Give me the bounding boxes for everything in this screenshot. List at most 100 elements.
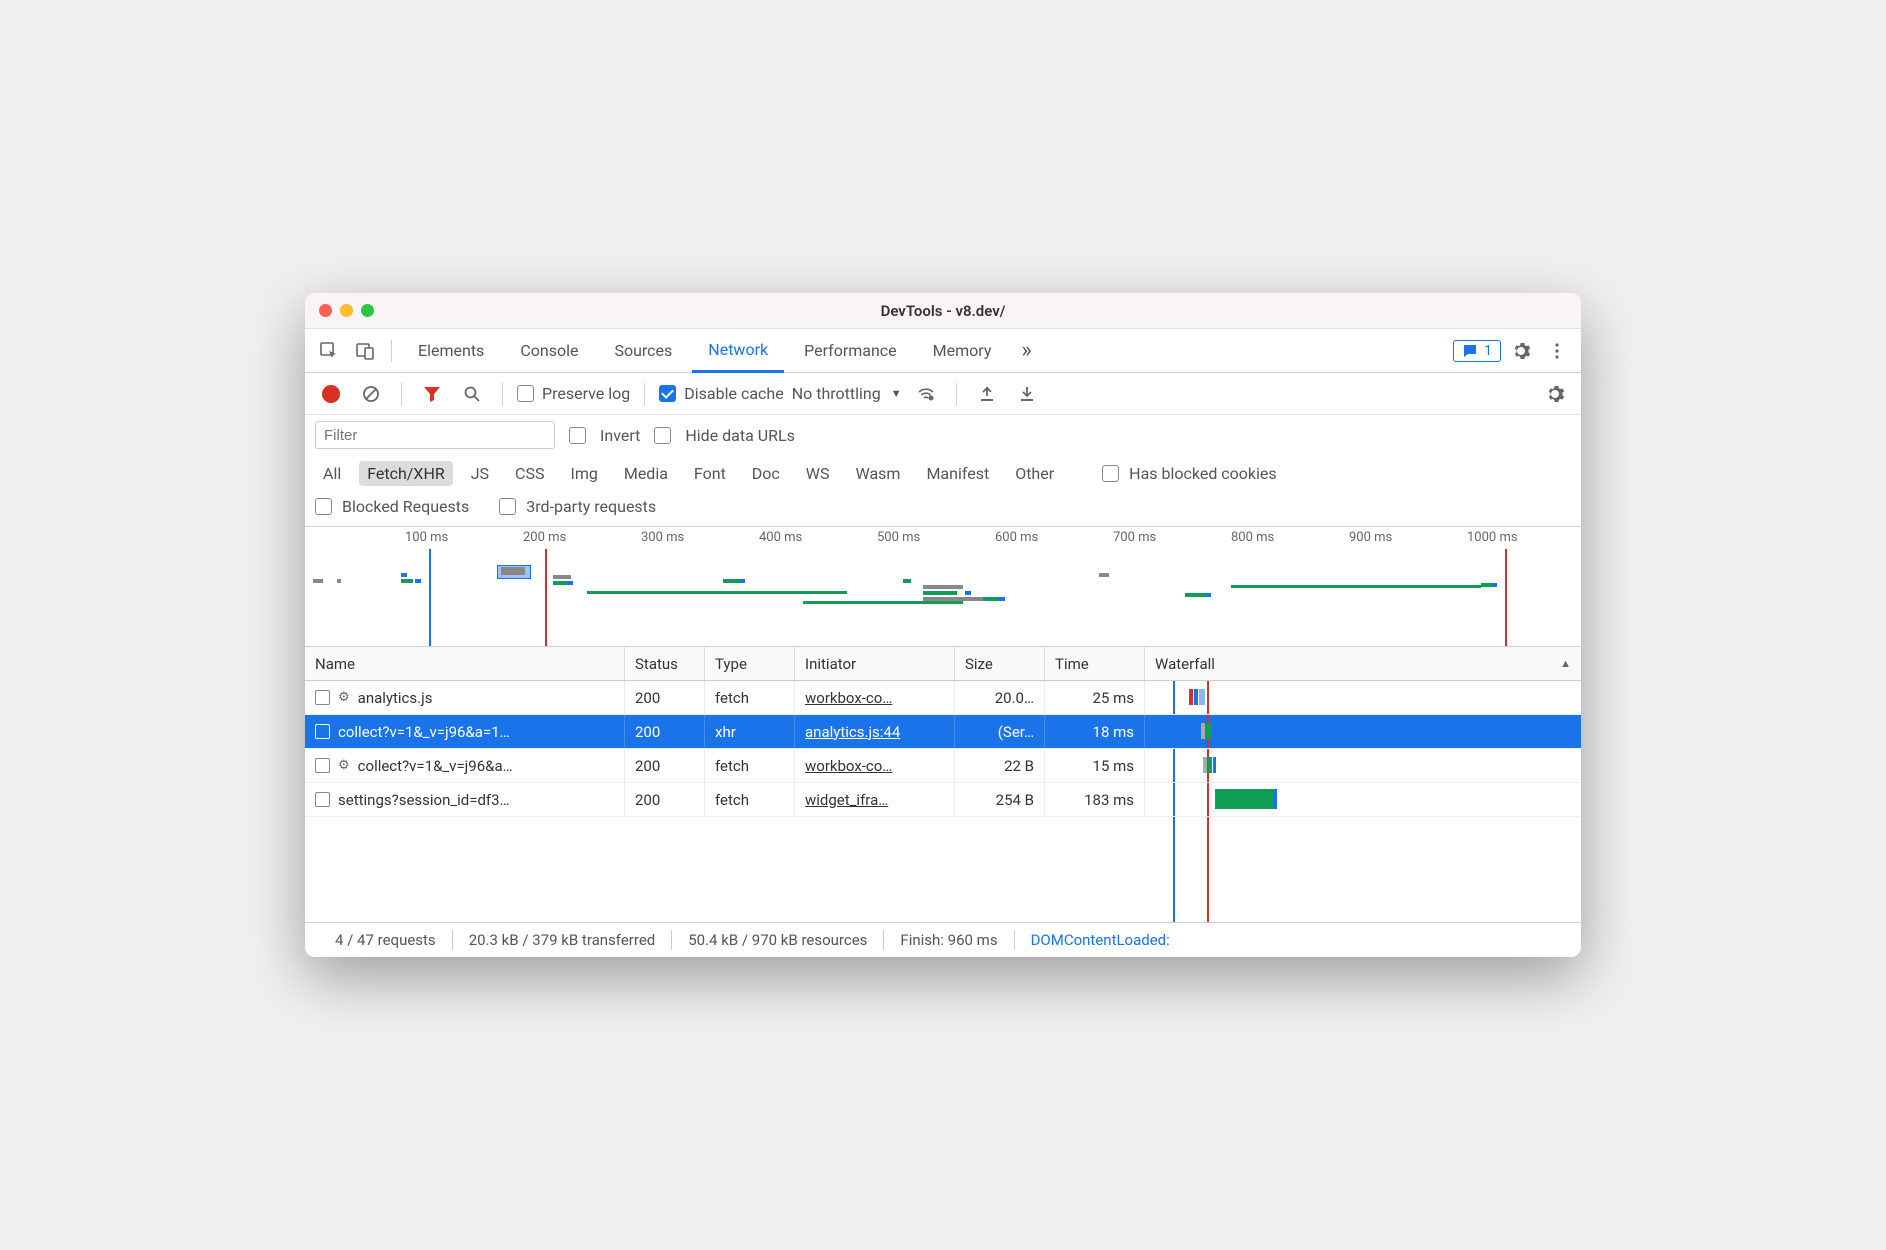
tick: 600 ms (995, 530, 1038, 545)
timeline-marker-red (545, 549, 547, 647)
disable-cache-checkbox[interactable] (659, 385, 676, 402)
col-time[interactable]: Time (1045, 647, 1145, 680)
row-checkbox[interactable] (315, 758, 330, 773)
request-type: fetch (705, 749, 795, 782)
settings-icon[interactable] (1505, 335, 1537, 367)
issues-button[interactable]: 1 (1453, 340, 1501, 362)
waterfall-cell (1145, 715, 1581, 748)
filter-chip-css[interactable]: CSS (507, 461, 552, 486)
request-initiator[interactable]: workbox-co… (805, 689, 892, 707)
tab-console[interactable]: Console (504, 329, 594, 373)
filter-chip-fetchxhr[interactable]: Fetch/XHR (359, 461, 453, 486)
col-type[interactable]: Type (705, 647, 795, 680)
close-window-button[interactable] (319, 304, 332, 317)
request-initiator[interactable]: workbox-co… (805, 757, 892, 775)
tick: 300 ms (641, 530, 684, 545)
row-checkbox[interactable] (315, 690, 330, 705)
tick: 500 ms (877, 530, 920, 545)
more-tabs-button[interactable]: » (1011, 338, 1041, 363)
col-waterfall[interactable]: Waterfall▲ (1145, 647, 1581, 680)
filter-chip-media[interactable]: Media (616, 461, 676, 486)
filter-toggle-icon[interactable] (416, 378, 448, 410)
request-size: 20.0… (955, 681, 1045, 714)
request-status: 200 (625, 681, 705, 714)
status-finish: Finish: 960 ms (884, 931, 1013, 949)
timeline-overview[interactable]: 100 ms 200 ms 300 ms 400 ms 500 ms 600 m… (305, 527, 1581, 647)
hide-data-urls-label: Hide data URLs (685, 426, 795, 445)
invert-checkbox[interactable] (569, 427, 586, 444)
table-row[interactable]: ⚙ analytics.js 200 fetch workbox-co… 20.… (305, 681, 1581, 715)
request-size: (Ser… (955, 715, 1045, 748)
filter-chip-font[interactable]: Font (686, 461, 734, 486)
row-checkbox[interactable] (315, 792, 330, 807)
disable-cache-label: Disable cache (684, 384, 783, 403)
blocked-requests-checkbox[interactable] (315, 498, 332, 515)
col-status[interactable]: Status (625, 647, 705, 680)
request-time: 183 ms (1045, 783, 1145, 816)
filter-chip-js[interactable]: JS (463, 461, 497, 486)
timeline-marker-blue (429, 549, 431, 647)
minimize-window-button[interactable] (340, 304, 353, 317)
tab-elements[interactable]: Elements (402, 329, 500, 373)
blocked-requests-label: Blocked Requests (342, 497, 469, 516)
divider (502, 383, 503, 405)
col-name[interactable]: Name (305, 647, 625, 680)
table-row[interactable]: collect?v=1&_v=j96&a=1… 200 xhr analytic… (305, 715, 1581, 749)
zoom-window-button[interactable] (361, 304, 374, 317)
table-row[interactable]: ⚙ collect?v=1&_v=j96&a… 200 fetch workbo… (305, 749, 1581, 783)
table-row[interactable]: settings?session_id=df3… 200 fetch widge… (305, 783, 1581, 817)
col-size[interactable]: Size (955, 647, 1045, 680)
panel-settings-icon[interactable] (1539, 378, 1571, 410)
device-toggle-icon[interactable] (349, 335, 381, 367)
kebab-menu-icon[interactable] (1541, 335, 1573, 367)
filter-input[interactable] (315, 421, 555, 449)
tab-sources[interactable]: Sources (598, 329, 688, 373)
gear-icon: ⚙ (338, 690, 350, 705)
record-button[interactable] (315, 378, 347, 410)
status-requests: 4 / 47 requests (319, 931, 452, 949)
filter-chip-manifest[interactable]: Manifest (918, 461, 997, 486)
divider (956, 383, 957, 405)
filter-chip-wasm[interactable]: Wasm (848, 461, 909, 486)
type-filter-row: All Fetch/XHR JS CSS Img Media Font Doc … (305, 455, 1581, 491)
request-name: settings?session_id=df3… (338, 791, 510, 809)
request-initiator[interactable]: widget_ifra… (805, 791, 888, 809)
filter-chip-other[interactable]: Other (1007, 461, 1062, 486)
tab-memory[interactable]: Memory (917, 329, 1008, 373)
status-bar: 4 / 47 requests 20.3 kB / 379 kB transfe… (305, 923, 1581, 957)
request-initiator[interactable]: analytics.js:44 (805, 723, 900, 741)
preserve-log-checkbox[interactable] (517, 385, 534, 402)
import-har-icon[interactable] (971, 378, 1003, 410)
gear-icon: ⚙ (338, 758, 350, 773)
filter-chip-ws[interactable]: WS (798, 461, 838, 486)
inspect-icon[interactable] (313, 335, 345, 367)
status-transferred: 20.3 kB / 379 kB transferred (453, 931, 672, 949)
request-name: collect?v=1&_v=j96&a=1… (338, 723, 510, 741)
search-icon[interactable] (456, 378, 488, 410)
chevron-down-icon: ▼ (891, 387, 902, 400)
third-party-checkbox[interactable] (499, 498, 516, 515)
timeline-marker-red (1505, 549, 1507, 647)
filter-chip-doc[interactable]: Doc (744, 461, 788, 486)
throttling-value: No throttling (792, 384, 881, 403)
waterfall-cell (1145, 749, 1581, 782)
filter-chip-img[interactable]: Img (562, 461, 605, 486)
tab-network[interactable]: Network (692, 329, 784, 373)
throttling-select[interactable]: No throttling ▼ (792, 384, 902, 403)
preserve-log-label: Preserve log (542, 384, 630, 403)
network-conditions-icon[interactable] (910, 378, 942, 410)
has-blocked-cookies-checkbox[interactable] (1102, 465, 1119, 482)
filter-chip-all[interactable]: All (315, 461, 349, 486)
traffic-lights (305, 304, 374, 317)
clear-icon[interactable] (355, 378, 387, 410)
hide-data-urls-checkbox[interactable] (654, 427, 671, 444)
row-checkbox[interactable] (315, 724, 330, 739)
tab-performance[interactable]: Performance (788, 329, 913, 373)
export-har-icon[interactable] (1011, 378, 1043, 410)
col-initiator[interactable]: Initiator (795, 647, 955, 680)
issues-count: 1 (1484, 343, 1492, 359)
request-size: 254 B (955, 783, 1045, 816)
waterfall-cell (1145, 681, 1581, 714)
request-status: 200 (625, 715, 705, 748)
tick: 100 ms (405, 530, 448, 545)
